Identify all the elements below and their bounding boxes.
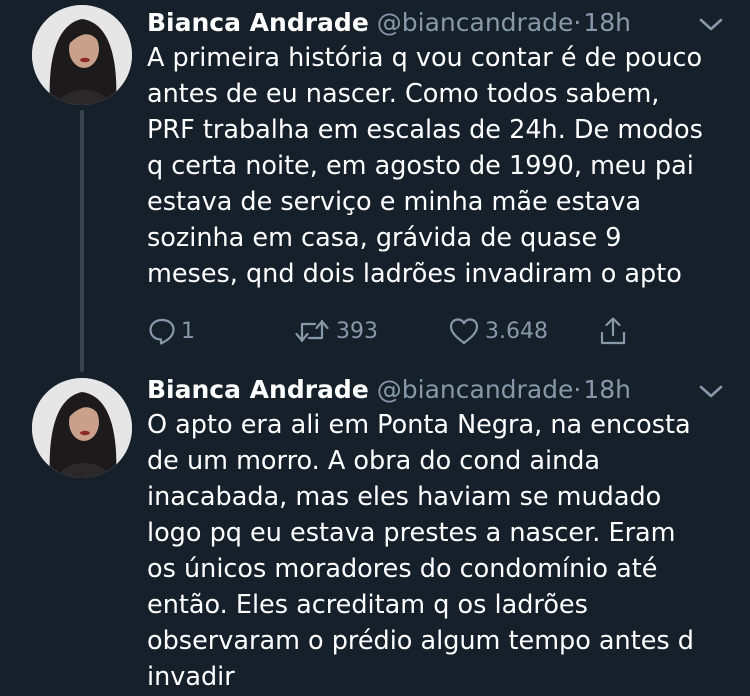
timestamp[interactable]: 18h: [583, 375, 631, 404]
timestamp[interactable]: 18h: [583, 8, 631, 37]
separator-dot: ·: [573, 375, 582, 404]
avatar-image: [32, 5, 132, 105]
author-handle[interactable]: @biancandrade: [377, 375, 574, 404]
chevron-down-icon[interactable]: [698, 383, 724, 401]
avatar[interactable]: [32, 378, 132, 478]
tweet-actions: 1 393 3.648: [147, 313, 647, 349]
reply-button[interactable]: 1: [147, 313, 195, 349]
tweet[interactable]: Bianca Andrade @biancandrade·18h O apto e…: [0, 350, 750, 696]
avatar[interactable]: [32, 5, 132, 105]
tweet[interactable]: Bianca Andrade @biancandrade·18h A primei…: [0, 0, 750, 368]
reply-icon: [149, 318, 175, 345]
tweet-text: O apto era ali em Ponta Negra, na encost…: [147, 410, 694, 692]
retweet-icon: [295, 319, 329, 343]
thread-line: [80, 350, 84, 372]
tweet-text: A primeira história q vou contar é de po…: [147, 43, 703, 289]
separator-dot: ·: [573, 8, 582, 37]
avatar-image: [32, 378, 132, 478]
thread-line: [80, 110, 84, 368]
retweet-button[interactable]: 393: [292, 313, 378, 349]
retweet-count: 393: [336, 318, 378, 344]
chevron-down-icon[interactable]: [698, 16, 724, 34]
like-button[interactable]: 3.648: [447, 313, 548, 349]
like-count: 3.648: [485, 318, 548, 344]
author-handle[interactable]: @biancandrade: [377, 8, 574, 37]
tweet-header: Bianca Andrade @biancandrade·18h: [147, 6, 631, 40]
author-name[interactable]: Bianca Andrade: [147, 8, 369, 37]
like-icon: [449, 318, 479, 345]
author-name[interactable]: Bianca Andrade: [147, 375, 369, 404]
reply-count: 1: [181, 318, 195, 344]
twitter-thread: Bianca Andrade @biancandrade·18h A primei…: [0, 0, 750, 696]
share-icon: [600, 317, 626, 345]
share-button[interactable]: [597, 313, 629, 349]
tweet-header: Bianca Andrade @biancandrade·18h: [147, 373, 631, 407]
